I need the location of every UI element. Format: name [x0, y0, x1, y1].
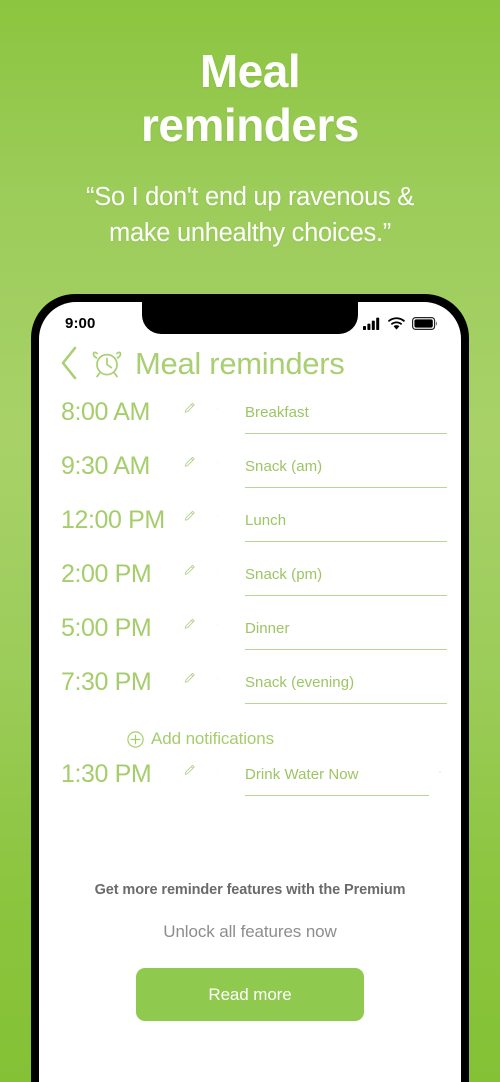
pencil-icon[interactable] — [179, 666, 197, 684]
reminder-time[interactable]: 12:00 PM — [61, 504, 179, 534]
promo-title-line-1: Meal — [199, 45, 301, 97]
plus-circle-icon — [127, 730, 144, 748]
pencil-icon[interactable] — [179, 396, 197, 414]
reminder-time[interactable]: 9:30 AM — [61, 450, 179, 480]
reminder-label-wrap: Snack (pm) — [245, 558, 447, 596]
reminder-label-wrap: Breakfast — [245, 396, 447, 434]
promo-header: Meal reminders “So I don't end up raveno… — [0, 0, 500, 251]
promo-quote-line-1: “So I don't end up ravenous & — [86, 182, 414, 211]
reminder-label[interactable]: Lunch — [245, 511, 447, 531]
pencil-icon[interactable] — [179, 450, 197, 468]
checkbox-checked-icon[interactable] — [197, 666, 218, 687]
table-row[interactable]: 2:00 PM Snack (pm) — [39, 558, 461, 612]
reminder-underline — [245, 433, 447, 434]
premium-title: Get more reminder features with the Prem… — [94, 882, 406, 898]
reminder-time[interactable]: 2:00 PM — [61, 558, 179, 588]
reminder-label[interactable]: Snack (evening) — [245, 673, 447, 693]
premium-subtitle: Unlock all features now — [163, 922, 337, 941]
pencil-icon[interactable] — [179, 558, 197, 576]
status-bar-time: 9:00 — [65, 314, 96, 332]
table-row[interactable]: 12:00 PM Lunch — [39, 504, 461, 558]
status-bar-icons — [363, 316, 437, 330]
promo-title: Meal reminders — [0, 44, 500, 153]
signal-bars-icon — [363, 317, 380, 330]
status-bar: 9:00 — [39, 302, 461, 340]
checkbox-checked-icon[interactable] — [197, 612, 218, 633]
checkbox-checked-icon[interactable] — [197, 758, 218, 779]
reminder-label-wrap: Snack (evening) — [245, 666, 447, 704]
premium-promo: Get more reminder features with the Prem… — [39, 880, 461, 1021]
promo-quote: “So I don't end up ravenous & make unhea… — [0, 179, 500, 251]
promo-title-line-2: reminders — [141, 99, 359, 152]
reminder-time[interactable]: 5:00 PM — [61, 612, 179, 642]
wifi-icon — [388, 316, 405, 330]
checkbox-checked-icon[interactable] — [197, 396, 218, 417]
reminder-list: 8:00 AM Breakfast 9:30 AM Snack (am) 12:… — [39, 384, 461, 812]
table-row[interactable]: 9:30 AM Snack (am) — [39, 450, 461, 504]
add-notifications-button[interactable]: Add notifications — [39, 720, 461, 758]
reminder-underline — [245, 649, 447, 650]
add-notifications-label: Add notifications — [151, 729, 275, 748]
reminder-label[interactable]: Drink Water Now — [245, 765, 429, 785]
reminder-label[interactable]: Dinner — [245, 619, 447, 639]
reminder-time[interactable]: 1:30 PM — [61, 758, 179, 788]
app-header: Meal reminders — [39, 340, 461, 384]
checkbox-checked-icon[interactable] — [197, 558, 218, 579]
promo-quote-line-2: make unhealthy choices.” — [109, 218, 391, 247]
reminder-underline — [245, 595, 447, 596]
reminder-time[interactable]: 7:30 PM — [61, 666, 179, 696]
pencil-icon[interactable] — [179, 504, 197, 522]
reminder-label[interactable]: Snack (pm) — [245, 565, 447, 585]
checkbox-checked-icon[interactable] — [197, 450, 218, 471]
reminder-label[interactable]: Snack (am) — [245, 457, 447, 477]
table-row-custom[interactable]: 1:30 PM Drink Water Now — [39, 758, 461, 812]
checkbox-checked-icon[interactable] — [197, 504, 218, 525]
table-row[interactable]: 5:00 PM Dinner — [39, 612, 461, 666]
pencil-icon[interactable] — [179, 612, 197, 630]
page-title: Meal reminders — [135, 345, 345, 381]
chevron-left-icon[interactable] — [59, 346, 79, 380]
minus-circle-icon[interactable] — [429, 758, 447, 776]
alarm-clock-icon — [92, 351, 122, 378]
battery-icon — [412, 316, 437, 330]
reminder-underline — [245, 541, 447, 542]
reminder-underline — [245, 703, 447, 704]
reminder-label[interactable]: Breakfast — [245, 403, 447, 423]
reminder-time[interactable]: 8:00 AM — [61, 396, 179, 426]
phone-screen: 9:00 Meal reminders 8:00 AM Breakfast 9:… — [39, 302, 461, 1082]
reminder-label-wrap: Dinner — [245, 612, 447, 650]
reminder-label-wrap: Lunch — [245, 504, 447, 542]
table-row[interactable]: 8:00 AM Breakfast — [39, 396, 461, 450]
reminder-underline — [245, 795, 429, 796]
table-row[interactable]: 7:30 PM Snack (evening) — [39, 666, 461, 720]
read-more-button[interactable]: Read more — [136, 968, 364, 1021]
reminder-label-wrap: Snack (am) — [245, 450, 447, 488]
phone-mockup: 9:00 Meal reminders 8:00 AM Breakfast 9:… — [31, 294, 469, 1082]
reminder-label-wrap: Drink Water Now — [245, 758, 429, 796]
pencil-icon[interactable] — [179, 758, 197, 776]
reminder-underline — [245, 487, 447, 488]
